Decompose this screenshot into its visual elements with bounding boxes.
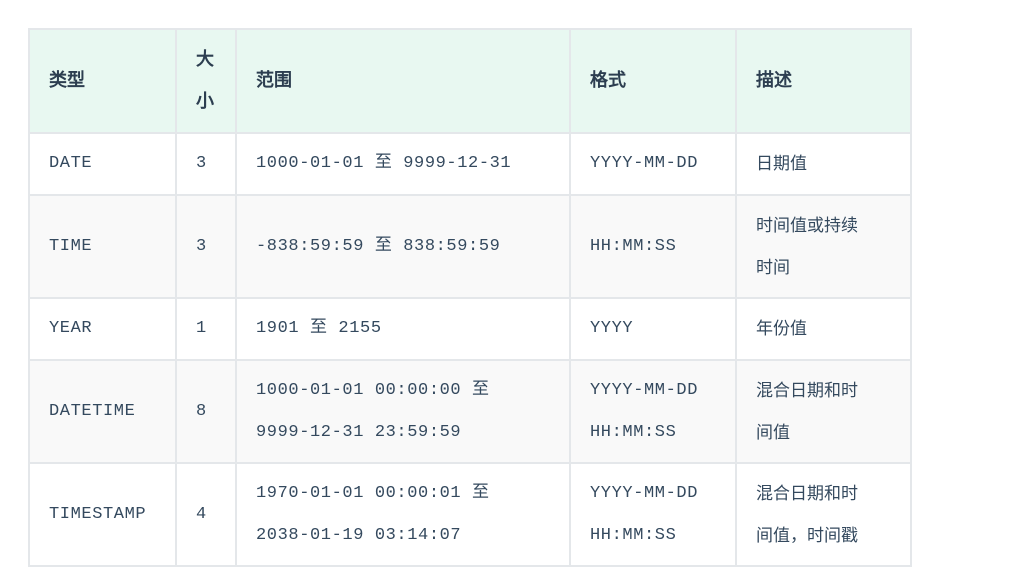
cell-size: 3 [175, 132, 237, 196]
date-time-types-table: 类型 大 小 范围 格式 描述 DATE 3 1000-01-01 至 9999… [28, 28, 912, 567]
cell-type: DATETIME [28, 359, 177, 464]
header-range: 范围 [235, 28, 571, 134]
cell-desc-line1: 日期值 [756, 154, 807, 174]
cell-desc-line1: 时间值或持续 [756, 215, 858, 236]
cell-range-line1: -838:59:59 至 838:59:59 [256, 236, 501, 256]
cell-desc-line1: 混合日期和时 [756, 483, 858, 504]
cell-format: YYYY [569, 297, 737, 361]
cell-range: -838:59:59 至 838:59:59 [235, 194, 571, 299]
cell-desc: 混合日期和时 间值 [735, 359, 912, 464]
cell-desc-line1: 混合日期和时 [756, 380, 858, 401]
cell-range-line2: 9999-12-31 23:59:59 [256, 422, 462, 442]
cell-range-line2: 2038-01-19 03:14:07 [256, 525, 462, 545]
header-size-line1: 大 [196, 49, 214, 70]
cell-desc: 时间值或持续 时间 [735, 194, 912, 299]
cell-size: 8 [175, 359, 237, 464]
cell-desc: 年份值 [735, 297, 912, 361]
cell-type: TIME [28, 194, 177, 299]
cell-format-line2: HH:MM:SS [590, 422, 677, 442]
cell-format-line1: YYYY-MM-DD [590, 483, 699, 503]
cell-type: YEAR [28, 297, 177, 361]
cell-type: DATE [28, 132, 177, 196]
cell-range-line1: 1970-01-01 00:00:01 至 [256, 483, 490, 503]
header-size-line2: 小 [196, 91, 214, 112]
header-type: 类型 [28, 28, 177, 134]
cell-size: 3 [175, 194, 237, 299]
cell-desc: 日期值 [735, 132, 912, 196]
table-row-timestamp: TIMESTAMP 4 1970-01-01 00:00:01 至 2038-0… [28, 462, 912, 567]
cell-desc: 混合日期和时 间值，时间戳 [735, 462, 912, 567]
header-desc: 描述 [735, 28, 912, 134]
cell-desc-line1: 年份值 [756, 319, 807, 339]
cell-type: TIMESTAMP [28, 462, 177, 567]
cell-format-line1: YYYY-MM-DD [590, 154, 699, 173]
header-size: 大 小 [175, 28, 237, 134]
cell-format-line1: YYYY-MM-DD [590, 380, 699, 400]
cell-range-line1: 1000-01-01 00:00:00 至 [256, 380, 490, 400]
cell-format-line1: YYYY [590, 319, 634, 338]
table-row-time: TIME 3 -838:59:59 至 838:59:59 HH:MM:SS 时… [28, 194, 912, 299]
table-row-datetime: DATETIME 8 1000-01-01 00:00:00 至 9999-12… [28, 359, 912, 464]
cell-range: 1000-01-01 00:00:00 至 9999-12-31 23:59:5… [235, 359, 571, 464]
cell-format: YYYY-MM-DD HH:MM:SS [569, 462, 737, 567]
cell-format: YYYY-MM-DD HH:MM:SS [569, 359, 737, 464]
cell-format-line1: HH:MM:SS [590, 236, 677, 256]
cell-range-line1: 1901 至 2155 [256, 319, 382, 338]
cell-format: HH:MM:SS [569, 194, 737, 299]
table-row-date: DATE 3 1000-01-01 至 9999-12-31 YYYY-MM-D… [28, 132, 912, 196]
cell-size: 1 [175, 297, 237, 361]
cell-range: 1901 至 2155 [235, 297, 571, 361]
cell-range-line1: 1000-01-01 至 9999-12-31 [256, 154, 512, 173]
cell-desc-line2: 间值 [756, 422, 790, 443]
cell-size: 4 [175, 462, 237, 567]
cell-format-line2: HH:MM:SS [590, 525, 677, 545]
table-header-row: 类型 大 小 范围 格式 描述 [28, 28, 912, 134]
header-format: 格式 [569, 28, 737, 134]
cell-desc-line2: 时间 [756, 257, 790, 278]
cell-format: YYYY-MM-DD [569, 132, 737, 196]
cell-range: 1970-01-01 00:00:01 至 2038-01-19 03:14:0… [235, 462, 571, 567]
cell-range: 1000-01-01 至 9999-12-31 [235, 132, 571, 196]
cell-desc-line2: 间值，时间戳 [756, 525, 858, 546]
table-row-year: YEAR 1 1901 至 2155 YYYY 年份值 [28, 297, 912, 361]
